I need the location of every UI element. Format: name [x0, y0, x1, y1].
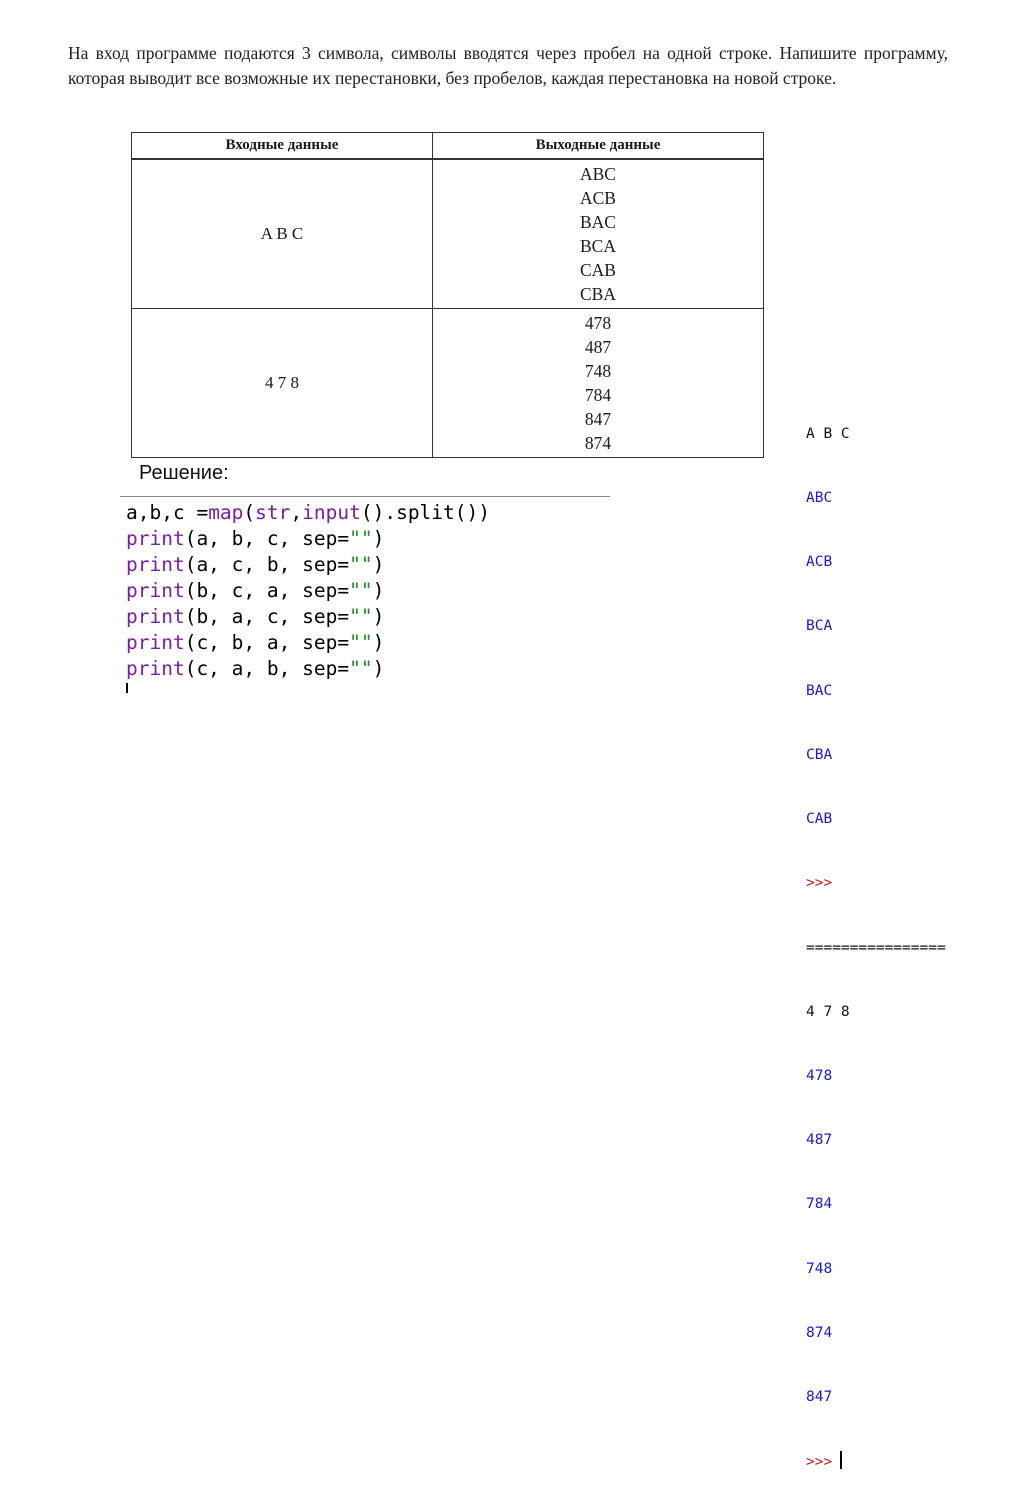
code-token: (c, b, a, sep= — [184, 631, 350, 654]
shell-caret — [840, 1451, 843, 1470]
table-row: 4 7 8 478 487 748 784 847 874 — [131, 308, 764, 458]
code-token: (b, c, a, sep= — [184, 579, 350, 602]
code-token: input — [302, 501, 361, 524]
output-line: CAB — [580, 260, 616, 280]
shell-line: CBA — [806, 746, 833, 763]
text-cursor — [126, 683, 128, 693]
header-input: Входные данные — [131, 132, 433, 160]
shell-line: 847 — [806, 1389, 833, 1406]
shell-line: 874 — [806, 1324, 833, 1341]
output-line: ABC — [580, 164, 616, 184]
code-token: "" — [349, 527, 373, 550]
code-token: map — [208, 501, 244, 524]
code-token: a,b,c = — [126, 501, 209, 524]
code-token: "" — [349, 553, 373, 576]
shell-line: ABC — [806, 490, 833, 507]
code-editor[interactable]: a,b,c =map(str,input().split()) print(a, … — [126, 500, 490, 682]
code-token: (a, b, c, sep= — [184, 527, 350, 550]
code-token: ) — [372, 553, 385, 576]
code-token: ().split()) — [360, 501, 490, 524]
code-token: print — [126, 631, 185, 654]
shell-line: 4 7 8 — [806, 1003, 850, 1020]
output-line: BCA — [580, 236, 616, 256]
task-statement: На вход программе подаются 3 символа, си… — [68, 43, 948, 88]
code-token: print — [126, 527, 185, 550]
shell-line: BCA — [806, 618, 833, 635]
code-token: (c, a, b, sep= — [184, 657, 350, 680]
shell-line: A B C — [806, 425, 850, 442]
shell-prompt-line[interactable]: >>> — [806, 1451, 946, 1473]
shell-line: BAC — [806, 682, 833, 699]
code-token: "" — [349, 605, 373, 628]
output-line: BAC — [580, 212, 616, 232]
code-token: ) — [372, 605, 385, 628]
header-output: Выходные данные — [432, 132, 764, 160]
code-token: print — [126, 579, 185, 602]
shell-line: 784 — [806, 1196, 833, 1213]
code-token: "" — [349, 631, 373, 654]
code-token: print — [126, 605, 185, 628]
output-line: 847 — [584, 409, 612, 429]
shell-prompt: >>> — [806, 875, 833, 892]
code-line: print(c, a, b, sep="") — [126, 656, 490, 682]
shell-restart-separator: ================ — [806, 939, 946, 956]
table-row: A B C ABC ACB BAC BCA CAB CBA — [131, 158, 764, 309]
table-header-row: Входные данные Выходные данные — [131, 132, 764, 160]
code-token: print — [126, 553, 185, 576]
output-line: 784 — [584, 385, 612, 405]
code-token: ) — [372, 527, 385, 550]
shell-line: ACB — [806, 554, 833, 571]
shell-line: CAB — [806, 811, 833, 828]
code-line: print(a, b, c, sep="") — [126, 526, 490, 552]
output-line: 874 — [584, 433, 612, 453]
code-line: print(b, c, a, sep="") — [126, 578, 490, 604]
shell-line: 487 — [806, 1132, 833, 1149]
code-token: print — [126, 657, 185, 680]
output-line: ACB — [580, 188, 616, 208]
code-token: , — [290, 501, 303, 524]
code-line: print(b, a, c, sep="") — [126, 604, 490, 630]
input-cell: A B C — [131, 158, 433, 309]
code-divider — [120, 496, 610, 497]
output-line: CBA — [580, 284, 616, 304]
output-line: 487 — [584, 337, 612, 357]
output-cell: 478 487 748 784 847 874 — [432, 308, 764, 458]
shell-line: 748 — [806, 1260, 833, 1277]
solution-heading: Решение: — [139, 462, 229, 484]
input-cell: 4 7 8 — [131, 308, 433, 458]
examples-table: Входные данные Выходные данные A B C ABC… — [131, 132, 764, 458]
code-line: a,b,c =map(str,input().split()) — [126, 500, 490, 526]
output-cell: ABC ACB BAC BCA CAB CBA — [432, 158, 764, 309]
code-token: (b, a, c, sep= — [184, 605, 350, 628]
code-line: print(c, b, a, sep="") — [126, 630, 490, 656]
code-token: ) — [372, 657, 385, 680]
output-line: 478 — [584, 313, 612, 333]
code-token: "" — [349, 657, 373, 680]
code-token: ( — [243, 501, 256, 524]
output-line: 748 — [584, 361, 612, 381]
code-line: print(a, c, b, sep="") — [126, 552, 490, 578]
code-token: "" — [349, 579, 373, 602]
code-token: ) — [372, 579, 385, 602]
shell-line: 478 — [806, 1068, 833, 1084]
code-token: str — [255, 501, 291, 524]
code-token: (a, c, b, sep= — [184, 553, 350, 576]
shell-prompt: >>> — [806, 1454, 833, 1471]
code-token: ) — [372, 631, 385, 654]
python-shell-output[interactable]: A B C ABC ACB BCA BAC CBA CAB >>> ======… — [806, 381, 946, 1495]
